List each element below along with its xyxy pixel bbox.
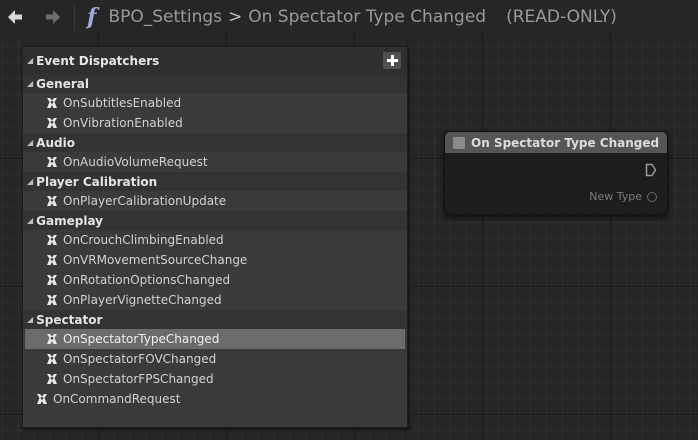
forward-arrow-icon (46, 10, 60, 24)
category-label: General (36, 76, 89, 91)
category-label: Player Calibration (36, 174, 158, 189)
back-arrow-icon (8, 10, 22, 24)
event-dispatcher-icon (45, 332, 59, 346)
dispatcher-item[interactable]: OnCommandRequest (23, 389, 407, 409)
breadcrumb-bar: f BPO_Settings > On Spectator Type Chang… (0, 0, 698, 34)
dispatcher-label: OnVibrationEnabled (63, 116, 183, 130)
dispatcher-label: OnAudioVolumeRequest (63, 155, 208, 169)
dispatcher-label: OnCommandRequest (53, 392, 181, 406)
dispatcher-label: OnVRMovementSourceChange (63, 253, 248, 267)
category-gameplay[interactable]: ◢ Gameplay (23, 211, 407, 230)
function-icon: f (87, 4, 97, 30)
dispatcher-item[interactable]: OnSpectatorTypeChanged (25, 329, 405, 349)
pin-label: New Type (589, 190, 642, 203)
category-audio[interactable]: ◢ Audio (23, 133, 407, 152)
dispatcher-item[interactable]: OnAudioVolumeRequest (23, 152, 407, 172)
category-label: Gameplay (36, 213, 103, 228)
category-label: Spectator (36, 312, 103, 327)
breadcrumb-function[interactable]: On Spectator Type Changed (248, 7, 486, 27)
back-button[interactable] (0, 2, 30, 32)
event-node-icon (453, 136, 465, 149)
dispatcher-label: OnSpectatorFPSChanged (63, 372, 214, 386)
event-dispatcher-icon (45, 155, 59, 169)
event-dispatcher-icon (45, 273, 59, 287)
event-dispatcher-icon (45, 233, 59, 247)
event-node[interactable]: On Spectator Type Changed New Type (444, 131, 668, 215)
dispatcher-item[interactable]: OnVRMovementSourceChange (23, 250, 407, 270)
read-only-label: (READ-ONLY) (506, 7, 617, 27)
dispatcher-label: OnSpectatorTypeChanged (63, 332, 220, 346)
pin-circle-icon[interactable] (647, 191, 657, 202)
dispatcher-tree: ◢ General OnSubtitlesEnabled OnVibrationEna… (23, 74, 407, 409)
dispatcher-label: OnSpectatorFOVChanged (63, 352, 217, 366)
event-dispatcher-icon (45, 116, 59, 130)
event-dispatcher-icon (35, 392, 49, 406)
dispatcher-label: OnCrouchClimbingEnabled (63, 233, 224, 247)
dispatcher-label: OnRotationOptionsChanged (63, 273, 231, 287)
event-dispatcher-icon (45, 194, 59, 208)
collapse-triangle-icon[interactable]: ◢ (27, 315, 33, 324)
panel-title: Event Dispatchers (36, 53, 160, 68)
dispatcher-item[interactable]: OnRotationOptionsChanged (23, 270, 407, 290)
dispatcher-item[interactable]: OnSpectatorFPSChanged (23, 369, 407, 389)
new-type-pin[interactable]: New Type (589, 190, 657, 203)
exec-output-pin-icon[interactable] (645, 163, 657, 177)
add-dispatcher-button[interactable] (383, 52, 401, 69)
event-dispatcher-icon (45, 372, 59, 386)
plus-icon (386, 55, 398, 66)
event-dispatchers-panel: ◢ Event Dispatchers ◢ General OnSubtitlesE… (22, 46, 408, 428)
forward-button[interactable] (38, 2, 68, 32)
dispatcher-item[interactable]: OnPlayerCalibrationUpdate (23, 191, 407, 211)
category-spectator[interactable]: ◢ Spectator (23, 310, 407, 329)
event-dispatcher-icon (45, 96, 59, 110)
toolbar-divider (74, 4, 75, 30)
category-player-calibration[interactable]: ◢ Player Calibration (23, 172, 407, 191)
dispatcher-item[interactable]: OnVibrationEnabled (23, 113, 407, 133)
collapse-triangle-icon[interactable]: ◢ (27, 138, 33, 147)
dispatcher-label: OnPlayerVignetteChanged (63, 293, 222, 307)
event-dispatcher-icon (45, 293, 59, 307)
collapse-triangle-icon[interactable]: ◢ (27, 177, 33, 186)
collapse-triangle-icon[interactable]: ◢ (27, 56, 33, 65)
node-header[interactable]: On Spectator Type Changed (445, 132, 667, 153)
node-title: On Spectator Type Changed (471, 135, 660, 150)
event-dispatcher-icon (45, 253, 59, 267)
category-general[interactable]: ◢ General (23, 74, 407, 93)
collapse-triangle-icon[interactable]: ◢ (27, 216, 33, 225)
dispatcher-label: OnSubtitlesEnabled (63, 96, 182, 110)
dispatcher-item[interactable]: OnSpectatorFOVChanged (23, 349, 407, 369)
collapse-triangle-icon[interactable]: ◢ (27, 79, 33, 88)
dispatcher-item[interactable]: OnPlayerVignetteChanged (23, 290, 407, 310)
dispatcher-label: OnPlayerCalibrationUpdate (63, 194, 227, 208)
panel-header[interactable]: ◢ Event Dispatchers (23, 47, 407, 74)
category-label: Audio (36, 135, 75, 150)
dispatcher-item[interactable]: OnSubtitlesEnabled (23, 93, 407, 113)
event-dispatcher-icon (45, 352, 59, 366)
breadcrumb-blueprint[interactable]: BPO_Settings (108, 7, 222, 27)
dispatcher-item[interactable]: OnCrouchClimbingEnabled (23, 230, 407, 250)
breadcrumb-separator: > (228, 7, 243, 27)
